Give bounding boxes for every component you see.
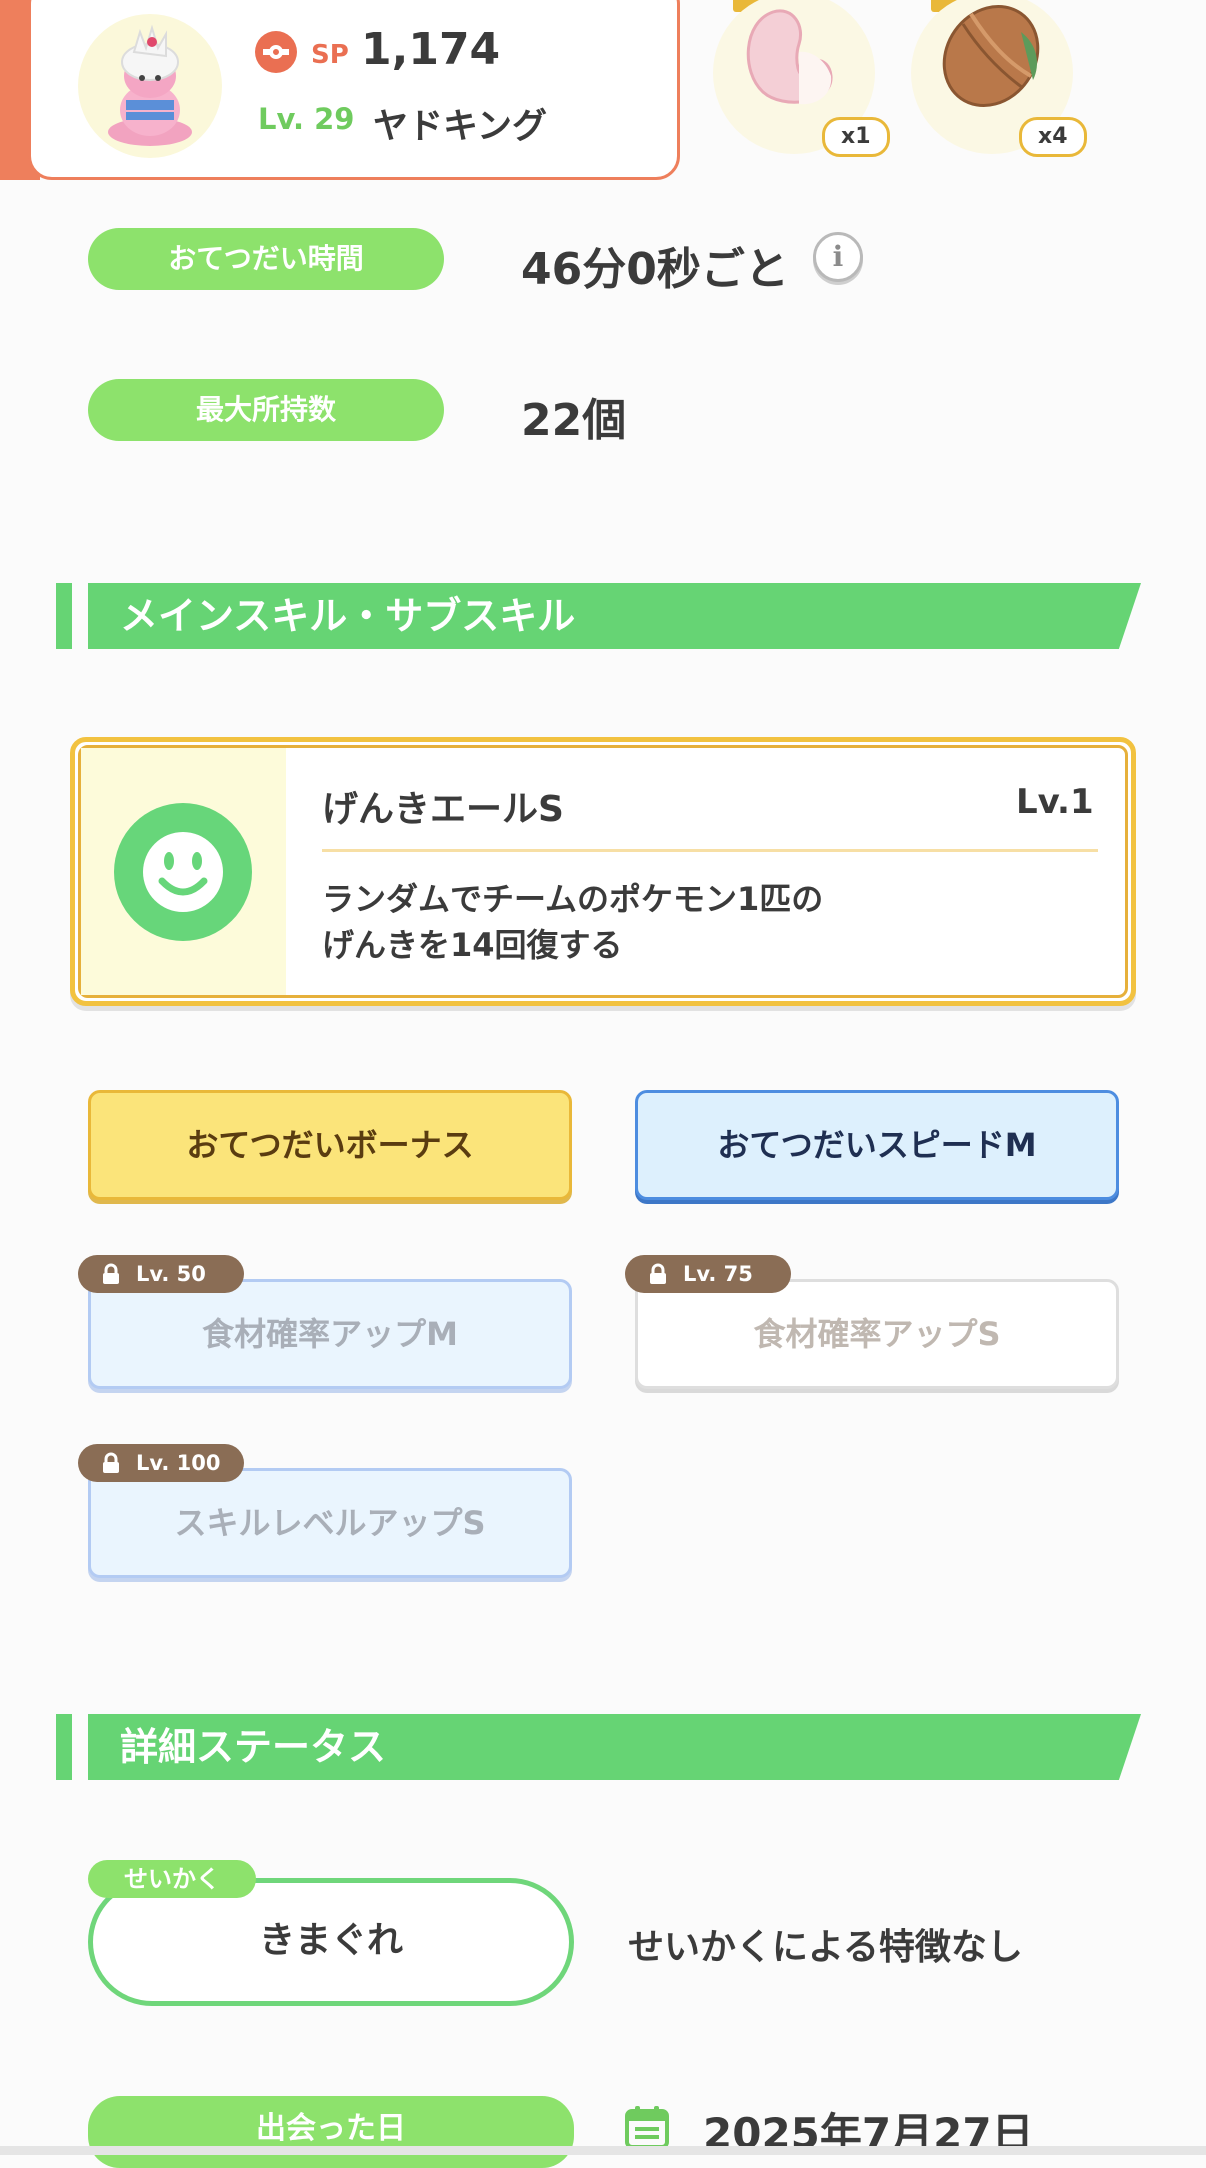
help-time-value: 46分0秒ごと <box>521 244 789 295</box>
main-skill-description: ランダムでチームのポケモン1匹の げんきを14回復する <box>322 876 1022 968</box>
main-skill-level: Lv.1 <box>1016 782 1094 822</box>
help-time-label: おてつだい時間 <box>88 228 444 290</box>
ingredient-count-1: x1 <box>822 117 890 157</box>
sp-value: 1,174 <box>361 24 501 75</box>
lock-level-text: Lv. 50 <box>136 1262 206 1286</box>
pokemon-avatar <box>78 14 222 158</box>
lock-level-tag: Lv. 75 <box>625 1255 791 1293</box>
calendar-icon <box>625 2106 669 2149</box>
sub-skill-ingredient-finder-m[interactable]: 食材確率アップM <box>88 1279 572 1389</box>
max-carry-value: 22個 <box>521 395 627 446</box>
max-carry-label: 最大所持数 <box>88 379 444 441</box>
skills-section-title: メインスキル・サブスキル <box>120 594 576 638</box>
info-icon[interactable]: i <box>813 232 863 282</box>
nature-description: せいかくによる特徴なし <box>628 1927 1023 1968</box>
sp-ball-icon <box>255 31 297 73</box>
lock-icon <box>103 1263 119 1284</box>
nature-tag: せいかく <box>88 1860 256 1898</box>
sub-skill-help-bonus[interactable]: おてつだいボーナス <box>88 1090 572 1200</box>
lock-icon <box>103 1452 119 1473</box>
sub-skill-help-speed-m[interactable]: おてつだいスピードM <box>635 1090 1119 1200</box>
lock-icon <box>650 1263 666 1284</box>
ingredient-count-2: x4 <box>1019 117 1087 157</box>
section-marker <box>56 1714 72 1780</box>
pokemon-level: Lv. 29 <box>258 102 355 136</box>
bottom-scroll-area <box>0 2146 1206 2155</box>
sp-label: SP <box>311 40 349 70</box>
detail-section-title: 詳細ステータス <box>120 1725 387 1769</box>
section-marker <box>56 583 72 649</box>
slowking-icon <box>108 24 192 146</box>
lock-level-tag: Lv. 50 <box>78 1255 244 1293</box>
main-skill-desc-line2: げんきを14回復する <box>322 926 623 964</box>
sub-skill-ingredient-finder-s[interactable]: 食材確率アップS <box>635 1279 1119 1389</box>
sub-skill-skill-level-up-s[interactable]: スキルレベルアップS <box>88 1468 572 1578</box>
main-skill-name: げんきエールS <box>322 789 564 830</box>
divider <box>322 849 1098 852</box>
lock-level-text: Lv. 75 <box>683 1262 753 1286</box>
lock-level-tag: Lv. 100 <box>78 1444 244 1482</box>
main-skill-desc-line1: ランダムでチームのポケモン1匹の <box>322 880 824 918</box>
smile-icon <box>114 803 252 941</box>
met-date-label: 出会った日 <box>88 2096 574 2168</box>
lock-level-text: Lv. 100 <box>136 1451 221 1475</box>
pokemon-name: ヤドキング <box>373 107 547 147</box>
